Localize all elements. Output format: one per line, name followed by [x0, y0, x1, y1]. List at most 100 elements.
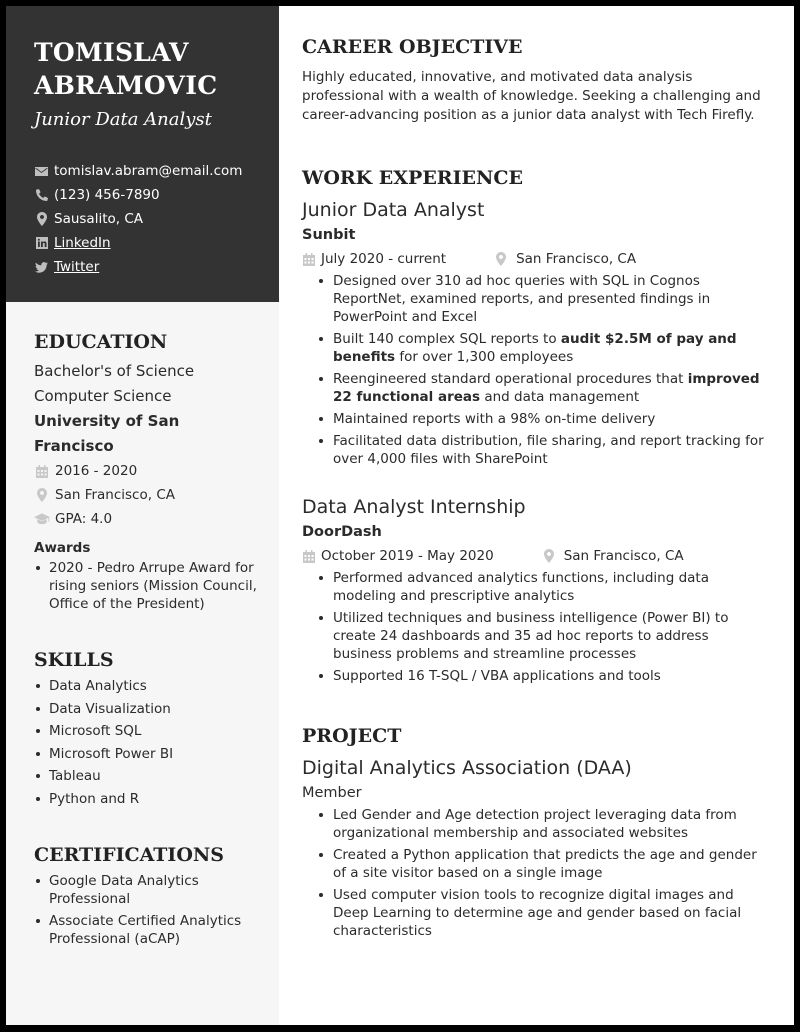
job-dates-text: October 2019 - May 2020 — [321, 548, 494, 564]
job-bullets: Designed over 310 ad hoc queries with SQ… — [302, 272, 768, 468]
job-title: Junior Data Analyst — [302, 199, 485, 221]
bullet-text: Designed over 310 ad hoc queries with SQ… — [333, 273, 711, 325]
job-dates: October 2019 - May 2020 — [302, 545, 494, 567]
career-objective-text: Highly educated, innovative, and motivat… — [302, 69, 761, 123]
gpa-text: GPA: 4.0 — [55, 511, 113, 527]
calendar-icon — [34, 464, 50, 478]
certifications-heading: CERTIFICATIONS — [34, 843, 224, 866]
twitter-icon — [34, 260, 49, 275]
job-meta: July 2020 - current San Francisco, CA — [302, 248, 768, 270]
company-name: DoorDash — [302, 524, 382, 540]
awards-list: 2020 - Pedro Arrupe Award for rising sen… — [34, 559, 259, 613]
main-content: CAREER OBJECTIVE Highly educated, innova… — [279, 6, 794, 1025]
project-bullet: Created a Python application that predic… — [315, 846, 768, 882]
job-location-text: San Francisco, CA — [516, 251, 637, 267]
skill-item: Microsoft SQL — [34, 722, 259, 740]
contact-location: Sausalito, CA — [34, 207, 279, 231]
job-location: San Francisco, CA — [494, 248, 636, 270]
job-location-text: San Francisco, CA — [563, 548, 684, 564]
project-bullet: Used computer vision tools to recognize … — [315, 886, 768, 940]
certifications-list: Google Data Analytics Professional Assoc… — [34, 872, 259, 948]
resume-page: TOMISLAV ABRAMOVIC Junior Data Analyst t… — [6, 6, 794, 1025]
project-role: Member — [302, 785, 362, 801]
certification-item: Google Data Analytics Professional — [34, 872, 259, 908]
education-location: San Francisco, CA — [34, 483, 259, 507]
degree: Bachelor's of Science — [34, 362, 195, 380]
project-name: Digital Analytics Association (DAA) — [302, 757, 632, 779]
calendar-icon — [302, 549, 316, 563]
bullet-text: Utilized techniques and business intelli… — [333, 610, 729, 662]
skills-list: Data Analytics Data Visualization Micros… — [34, 677, 259, 808]
award-item: 2020 - Pedro Arrupe Award for rising sen… — [34, 559, 259, 613]
project-heading: PROJECT — [302, 725, 402, 747]
envelope-icon — [34, 164, 49, 179]
profile-header: TOMISLAV ABRAMOVIC Junior Data Analyst t… — [6, 6, 279, 302]
bullet-text: and data management — [480, 389, 640, 405]
project-bullets: Led Gender and Age detection project lev… — [302, 806, 768, 940]
contact-twitter[interactable]: Twitter — [34, 255, 279, 279]
job-entry: Junior Data Analyst Sunbit July 2020 - c… — [302, 197, 768, 468]
work-experience-section: WORK EXPERIENCE Junior Data Analyst Sunb… — [302, 165, 768, 685]
certifications-section: CERTIFICATIONS Google Data Analytics Pro… — [34, 842, 259, 948]
bullet-text: Facilitated data distribution, file shar… — [333, 433, 764, 467]
contact-phone[interactable]: (123) 456-7890 — [34, 183, 279, 207]
work-experience-heading: WORK EXPERIENCE — [302, 167, 523, 189]
bullet-text: Performed advanced analytics functions, … — [333, 570, 709, 604]
education-location-text: San Francisco, CA — [55, 487, 175, 503]
career-objective-section: CAREER OBJECTIVE Highly educated, innova… — [302, 34, 768, 125]
job-bullet: Built 140 complex SQL reports to audit $… — [315, 330, 768, 366]
job-bullet: Supported 16 T-SQL / VBA applications an… — [315, 667, 768, 685]
job-bullet: Utilized techniques and business intelli… — [315, 609, 768, 663]
contact-list: tomislav.abram@email.com (123) 456-7890 … — [34, 159, 279, 279]
field-of-study: Computer Science — [34, 387, 172, 405]
bullet-text: Maintained reports with a 98% on-time de… — [333, 411, 656, 427]
job-bullet: Facilitated data distribution, file shar… — [315, 432, 768, 468]
map-pin-icon — [34, 212, 49, 227]
career-objective-heading: CAREER OBJECTIVE — [302, 36, 523, 58]
project-section: PROJECT Digital Analytics Association (D… — [302, 723, 768, 940]
job-title-subtitle: Junior Data Analyst — [34, 109, 212, 130]
email-text: tomislav.abram@email.com — [54, 163, 243, 179]
job-bullet: Designed over 310 ad hoc queries with SQ… — [315, 272, 768, 326]
phone-text: (123) 456-7890 — [54, 187, 160, 203]
map-pin-icon — [494, 252, 508, 266]
job-bullet: Reengineered standard operational proced… — [315, 370, 768, 406]
phone-icon — [34, 188, 49, 203]
bullet-text: Built 140 complex SQL reports to — [333, 331, 561, 347]
linkedin-link[interactable]: LinkedIn — [54, 231, 111, 255]
linkedin-icon — [34, 236, 49, 251]
map-pin-icon — [34, 488, 50, 502]
project-bullet: Led Gender and Age detection project lev… — [315, 806, 768, 842]
job-dates: July 2020 - current — [302, 248, 446, 270]
candidate-name: TOMISLAV ABRAMOVIC — [34, 36, 279, 102]
twitter-link[interactable]: Twitter — [54, 255, 99, 279]
job-entry: Data Analyst Internship DoorDash October… — [302, 494, 768, 685]
skill-item: Tableau — [34, 767, 259, 785]
skills-section: SKILLS Data Analytics Data Visualization… — [34, 647, 259, 808]
job-bullet: Performed advanced analytics functions, … — [315, 569, 768, 605]
name-line-2: ABRAMOVIC — [34, 71, 218, 100]
awards-heading: Awards — [34, 540, 91, 556]
job-bullet: Maintained reports with a 98% on-time de… — [315, 410, 768, 428]
bullet-text: for over 1,300 employees — [395, 349, 574, 365]
skill-item: Data Visualization — [34, 700, 259, 718]
education-section: EDUCATION Bachelor's of Science Computer… — [34, 329, 259, 613]
bullet-text: Reengineered standard operational proced… — [333, 371, 688, 387]
job-title: Data Analyst Internship — [302, 496, 526, 518]
skills-heading: SKILLS — [34, 649, 114, 671]
map-pin-icon — [542, 549, 556, 563]
location-text: Sausalito, CA — [54, 211, 144, 227]
job-location: San Francisco, CA — [542, 545, 684, 567]
skill-item: Microsoft Power BI — [34, 745, 259, 763]
skill-item: Python and R — [34, 790, 259, 808]
education-gpa: GPA: 4.0 — [34, 507, 259, 531]
education-dates-text: 2016 - 2020 — [55, 463, 138, 479]
contact-linkedin[interactable]: LinkedIn — [34, 231, 279, 255]
bullet-text: Supported 16 T-SQL / VBA applications an… — [333, 668, 661, 684]
education-heading: EDUCATION — [34, 331, 168, 353]
contact-email[interactable]: tomislav.abram@email.com — [34, 159, 279, 183]
sidebar: TOMISLAV ABRAMOVIC Junior Data Analyst t… — [6, 6, 279, 1025]
job-meta: October 2019 - May 2020 San Francisco, C… — [302, 545, 768, 567]
education-dates: 2016 - 2020 — [34, 459, 259, 483]
name-line-1: TOMISLAV — [34, 38, 189, 67]
